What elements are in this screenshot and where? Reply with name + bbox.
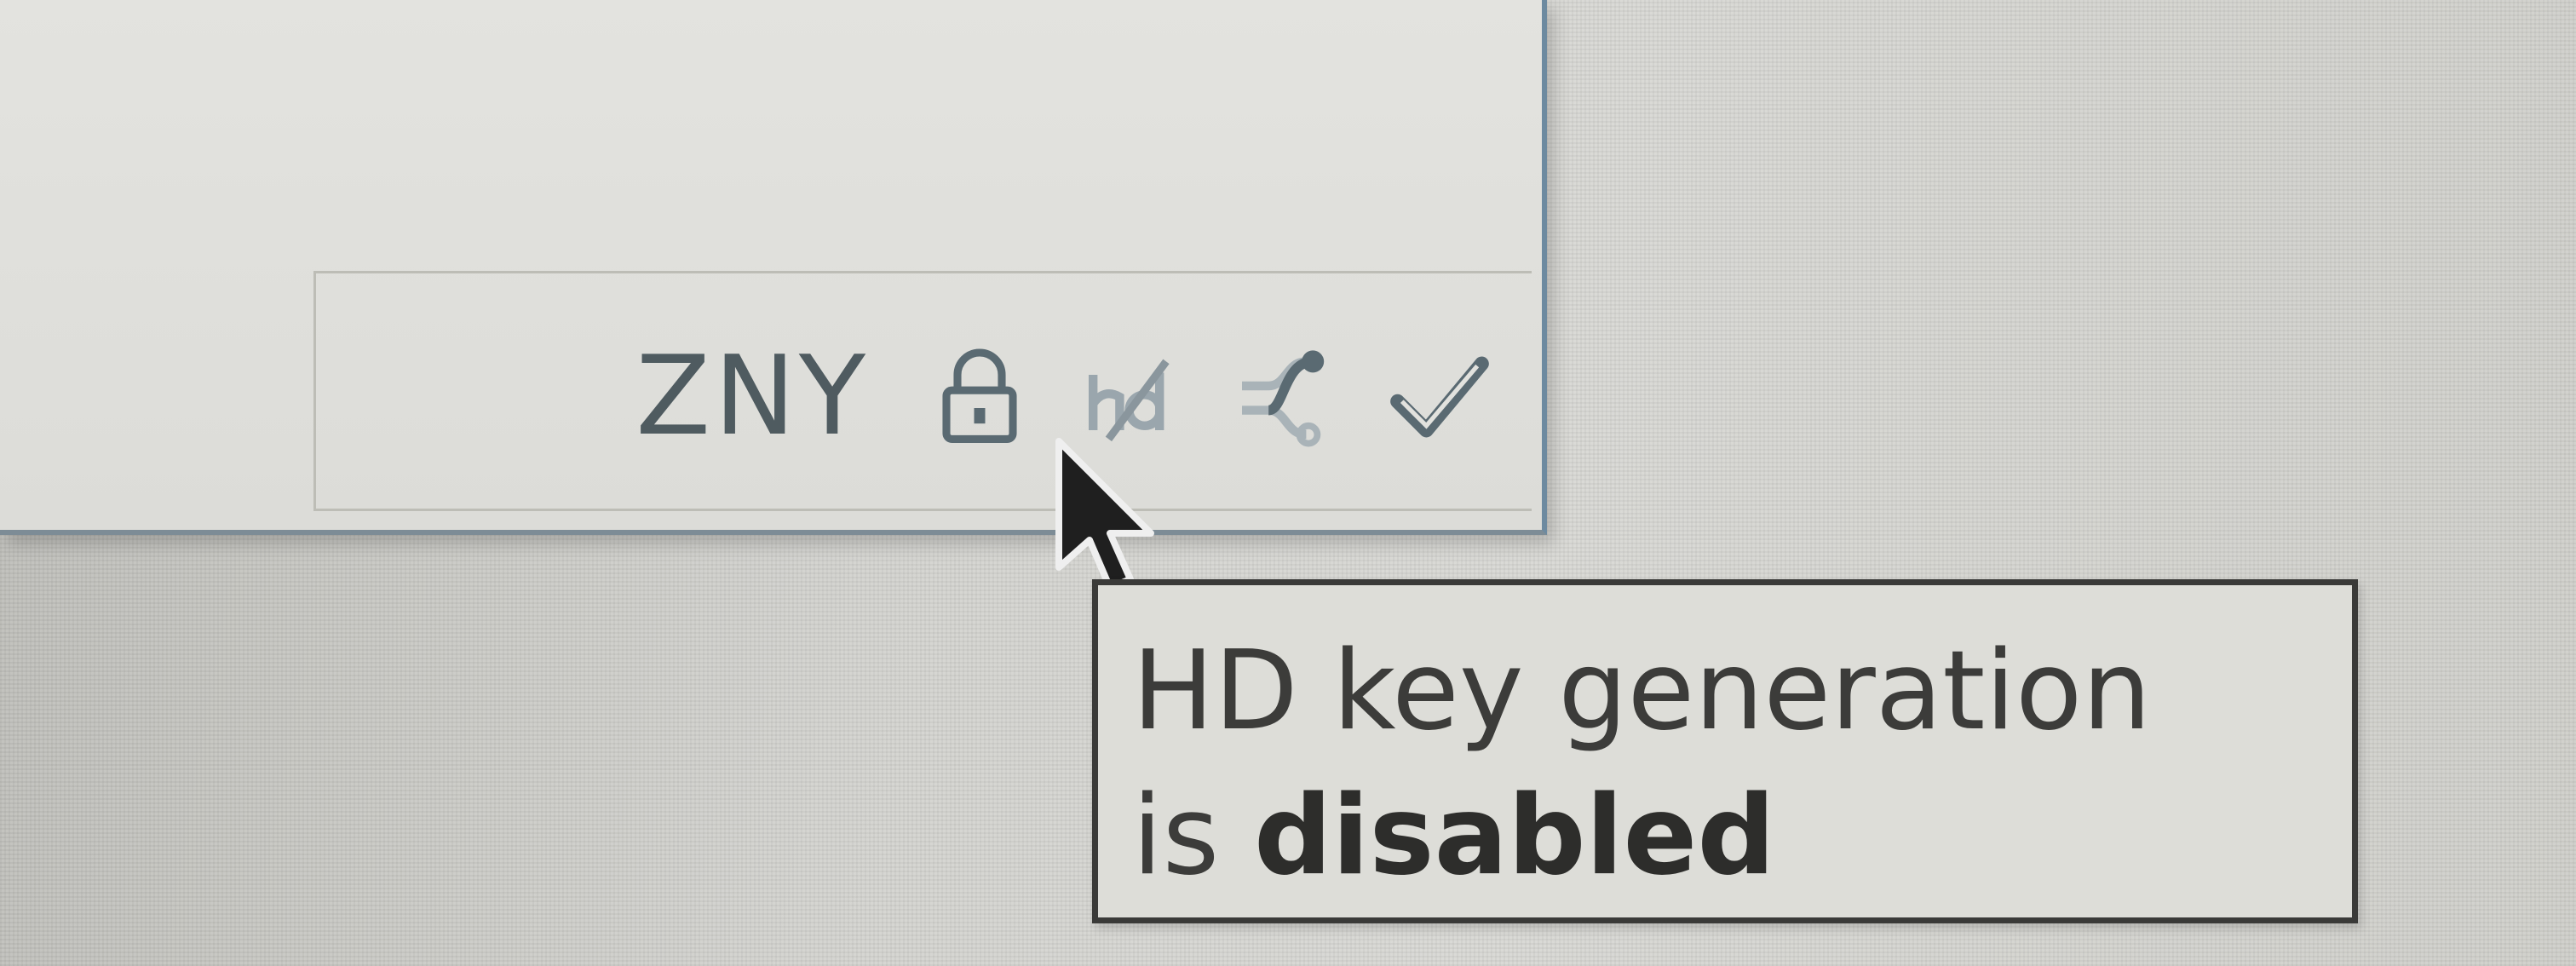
status-bar: ZNY (313, 271, 1532, 511)
wallet-window: ZNY (0, 0, 1547, 535)
tooltip-line-1: HD key generation (1132, 628, 2152, 755)
mouse-pointer-icon (1055, 438, 1154, 591)
tooltip-line-2-emphasis: disabled (1253, 773, 1775, 900)
network-connections-icon[interactable] (1227, 333, 1346, 461)
lock-icon[interactable] (920, 333, 1039, 461)
hd-key-tooltip: HD key generation is disabled (1092, 579, 2358, 923)
tooltip-text: HD key generation is disabled (1132, 619, 2151, 909)
tooltip-line-2-prefix: is (1132, 773, 1254, 900)
sync-check-icon[interactable] (1380, 333, 1499, 461)
unit-display-label[interactable]: ZNY (635, 342, 869, 451)
